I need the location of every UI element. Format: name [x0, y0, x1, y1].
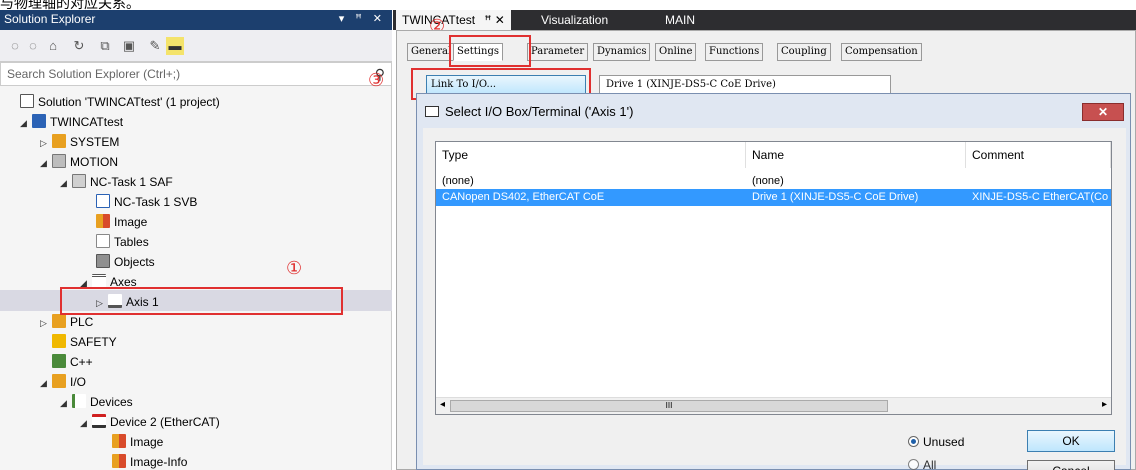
document-tab-bar: TWINCATtest ꟸ ✕ Visualization MAIN	[393, 10, 1136, 30]
linked-drive-field: Drive 1 (XINJE-DS5-C CoE Drive)	[599, 75, 891, 95]
dialog-title: Select I/O Box/Terminal ('Axis 1')	[445, 104, 634, 119]
ethercat-icon	[92, 414, 106, 428]
tree-node-io[interactable]: ◢ I/O	[40, 372, 86, 392]
back-icon[interactable]: ◌	[6, 37, 24, 55]
tab-dynamics[interactable]: Dynamics	[593, 43, 651, 61]
tab-functions[interactable]: Functions	[705, 43, 764, 61]
tree-node-device-2[interactable]: ◢ Device 2 (EtherCAT)	[80, 412, 220, 432]
row-type-cell[interactable]: CANopen DS402, EtherCAT CoE	[442, 189, 742, 205]
radio-checked-icon	[908, 436, 919, 447]
collapse-icon[interactable]: ▣	[120, 37, 138, 55]
dialog-window-icon	[425, 106, 439, 117]
tab-visualization[interactable]: Visualization	[535, 10, 614, 30]
preview-icon[interactable]: ▬	[166, 37, 184, 55]
solution-explorer-title: Solution Explorer	[4, 12, 96, 26]
tab-general[interactable]: General	[407, 43, 456, 61]
motion-icon	[52, 154, 66, 168]
solution-explorer-toolbar: ◌ ◌ ⌂ ↻ ⧉ ▣ ✎ ▬	[0, 30, 392, 62]
tree-node-nc-task-saf[interactable]: ◢ NC-Task 1 SAF	[60, 172, 173, 192]
annotation-marker-1: ①	[286, 258, 303, 279]
table-icon	[96, 234, 110, 248]
axes-icon	[92, 274, 106, 288]
dialog-title-bar: Select I/O Box/Terminal ('Axis 1')	[425, 104, 633, 119]
tree-node-motion[interactable]: ◢ MOTION	[40, 152, 118, 172]
tree-node-image-info[interactable]: Image-Info	[112, 452, 187, 470]
io-box-list[interactable]: Type Name Comment (none) (none) CANopen …	[435, 141, 1112, 415]
image-icon	[112, 454, 126, 468]
horizontal-scrollbar[interactable]: ◂ III ▸	[436, 397, 1111, 414]
solution-explorer-title-bar: Solution Explorer ▾ ꟸ ✕	[0, 10, 392, 30]
tree-node-device-image[interactable]: Image	[112, 432, 163, 452]
annotation-box-axis-1	[60, 287, 343, 315]
title-bar-controls[interactable]: ▾ ꟸ ✕	[339, 12, 386, 25]
sync-icon[interactable]: ⧉	[96, 37, 114, 55]
image-icon	[112, 434, 126, 448]
home-icon[interactable]: ⌂	[44, 37, 62, 55]
dialog-close-button[interactable]: ✕	[1082, 103, 1124, 121]
tab-online[interactable]: Online	[655, 43, 697, 61]
column-header-type[interactable]: Type	[436, 142, 746, 168]
plc-icon	[52, 314, 66, 328]
project-icon	[32, 114, 46, 128]
tab-main[interactable]: MAIN	[659, 10, 701, 30]
system-gear-icon	[52, 134, 66, 148]
annotation-marker-3: ③	[368, 70, 385, 91]
tree-node-project[interactable]: ◢ TWINCATtest	[20, 112, 123, 132]
dialog-body: Type Name Comment (none) (none) CANopen …	[423, 128, 1126, 470]
tree-node-tables[interactable]: Tables	[96, 232, 149, 252]
tree-node-plc[interactable]: ▷ PLC	[40, 312, 93, 332]
row-comment-cell[interactable]: XINJE-DS5-C EtherCAT(Co	[972, 189, 1111, 205]
row-name-cell[interactable]: Drive 1 (XINJE-DS5-C CoE Drive)	[752, 189, 964, 205]
radio-unused[interactable]: Unused	[908, 435, 964, 449]
select-io-dialog: Select I/O Box/Terminal ('Axis 1') ✕ Typ…	[416, 93, 1131, 470]
scroll-left-icon[interactable]: ◂	[440, 399, 445, 410]
annotation-box-settings-tab	[449, 35, 531, 67]
properties-icon[interactable]: ✎	[146, 37, 164, 55]
solution-explorer: Solution Explorer ▾ ꟸ ✕ ◌ ◌ ⌂ ↻ ⧉ ▣ ✎ ▬ …	[0, 10, 392, 470]
task-doc-icon	[96, 194, 110, 208]
forward-icon[interactable]: ◌	[24, 37, 42, 55]
safety-icon	[52, 334, 66, 348]
column-header-comment[interactable]: Comment	[966, 142, 1111, 168]
image-icon	[96, 214, 110, 228]
io-icon	[52, 374, 66, 388]
radio-unchecked-icon	[908, 459, 919, 470]
tree-node-cpp[interactable]: C++	[52, 352, 93, 372]
tree-node-system[interactable]: ▷ SYSTEM	[40, 132, 119, 152]
task-icon	[72, 174, 86, 188]
cancel-button[interactable]: Cancel	[1027, 460, 1115, 470]
tab-pin-close-icon[interactable]: ꟸ ✕	[484, 13, 504, 27]
search-placeholder: Search Solution Explorer (Ctrl+;)	[7, 67, 181, 81]
row-type-cell[interactable]: (none)	[442, 173, 742, 189]
history-icon[interactable]: ↻	[70, 37, 88, 55]
scroll-right-icon[interactable]: ▸	[1102, 399, 1107, 410]
tree-node-solution[interactable]: Solution 'TWINCATtest' (1 project)	[20, 92, 220, 112]
tab-compensation[interactable]: Compensation	[841, 43, 922, 61]
solution-icon	[20, 94, 34, 108]
tree-node-safety[interactable]: SAFETY	[52, 332, 117, 352]
top-caption-strip: 与物理轴的对应关系。	[0, 0, 1136, 10]
column-header-name[interactable]: Name	[746, 142, 966, 168]
cpp-icon	[52, 354, 66, 368]
ok-button[interactable]: OK	[1027, 430, 1115, 452]
devices-icon	[72, 394, 86, 408]
radio-all[interactable]: All	[908, 458, 936, 470]
search-input[interactable]: Search Solution Explorer (Ctrl+;) ⚲	[0, 62, 392, 86]
tab-parameter[interactable]: Parameter	[527, 43, 589, 61]
tree-node-devices[interactable]: ◢ Devices	[60, 392, 133, 412]
objects-icon	[96, 254, 110, 268]
tree-node-objects[interactable]: Objects	[96, 252, 155, 272]
tree-node-image[interactable]: Image	[96, 212, 147, 232]
scroll-thumb[interactable]: III	[450, 400, 888, 412]
row-name-cell[interactable]: (none)	[752, 173, 962, 189]
tree-node-nc-task-svb[interactable]: NC-Task 1 SVB	[96, 192, 197, 212]
top-caption: 与物理轴的对应关系。	[0, 0, 140, 10]
tab-coupling[interactable]: Coupling	[777, 43, 831, 61]
tab-twincattest[interactable]: TWINCATtest ꟸ ✕	[396, 10, 511, 30]
